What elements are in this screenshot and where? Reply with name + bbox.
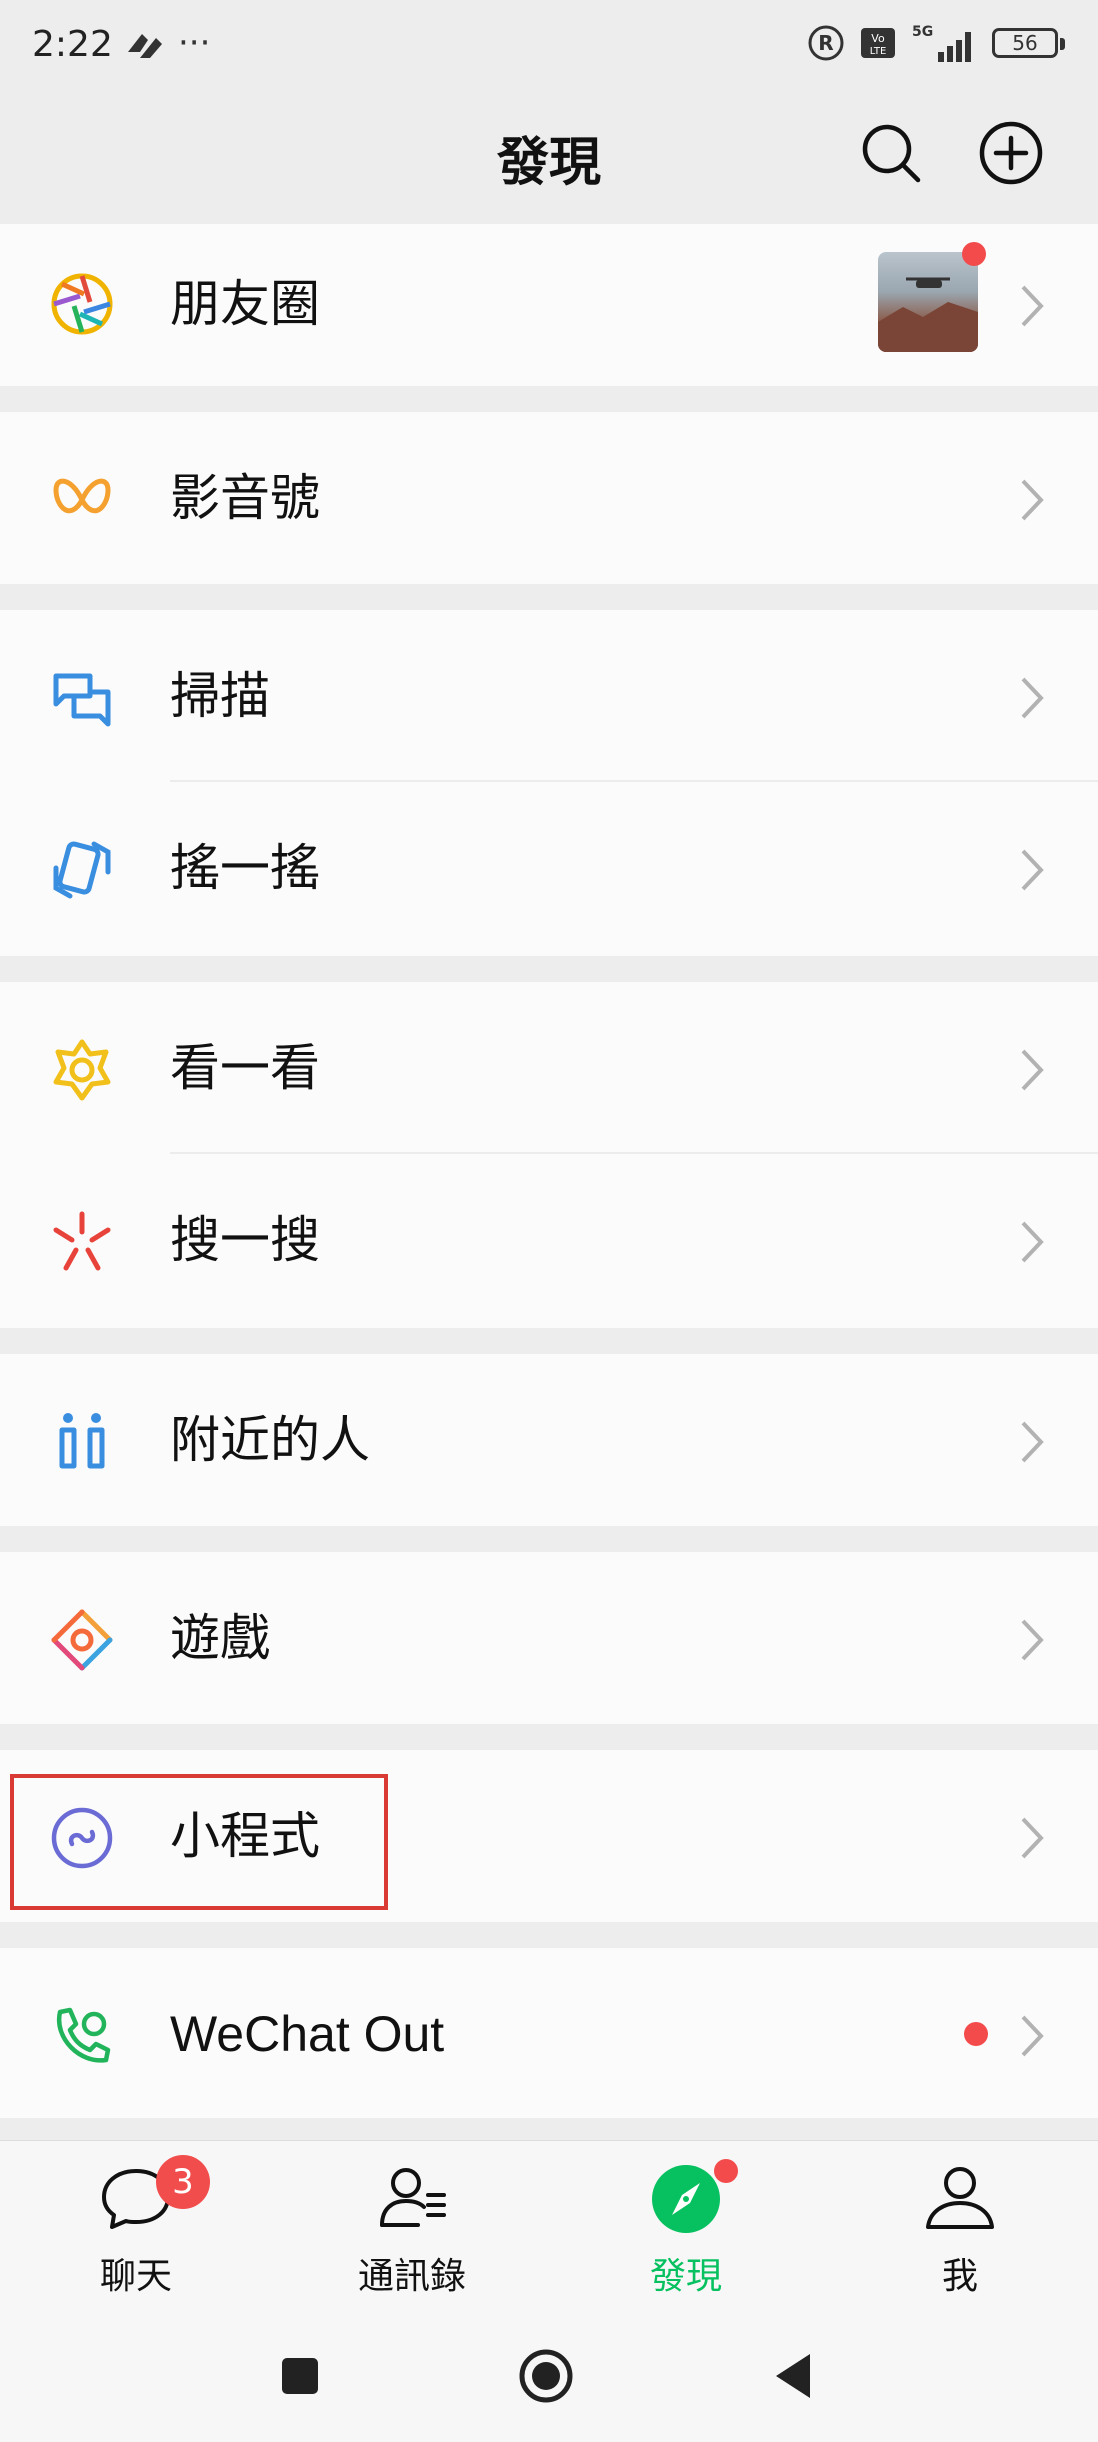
menu-item-games[interactable]: 遊戲 [0, 1552, 1098, 1724]
chevron-right-icon [1021, 1421, 1044, 1463]
svg-text:Vo: Vo [871, 32, 885, 45]
system-navigation-bar [0, 2312, 1098, 2442]
chevron-right-icon [1021, 1221, 1044, 1263]
chevron-right-icon [1021, 285, 1044, 327]
menu-item-shake[interactable]: 搖一搖 [0, 782, 1098, 954]
highlight-box [10, 1774, 388, 1910]
chevron-right-icon [1021, 1619, 1044, 1661]
menu-item-channels[interactable]: 影音號 [0, 412, 1098, 584]
group-scan-shake: 掃描 搖一搖 [0, 610, 1098, 956]
header: 發現 [0, 90, 1098, 224]
menu-label-shake: 搖一搖 [170, 839, 320, 897]
recent-apps-icon[interactable] [270, 2346, 330, 2406]
wechat-out-phone-icon [56, 2007, 111, 2063]
contacts-icon [380, 2168, 446, 2227]
back-icon[interactable] [764, 2346, 824, 2406]
svg-text:LTE: LTE [870, 46, 887, 57]
tab-me[interactable]: 我 [860, 2161, 1060, 2311]
volte-icon: Vo LTE [861, 28, 895, 58]
people-nearby-icon [59, 1413, 105, 1469]
search-icon[interactable] [856, 118, 926, 188]
games-diamond-icon [51, 1609, 113, 1671]
page-title: 發現 [496, 133, 601, 193]
moments-new-dot [962, 242, 986, 266]
chats-unread-badge: 3 [156, 2155, 210, 2209]
group-nearby: 附近的人 [0, 1354, 1098, 1526]
tab-label-discover: 發現 [649, 2256, 722, 2297]
more-notifications-text: ··· [178, 23, 210, 63]
scan-icon [53, 673, 111, 727]
signal-icon: 5G [912, 24, 971, 62]
home-icon[interactable] [516, 2346, 576, 2406]
app-notification-icon: ··· [128, 23, 210, 63]
tab-chats[interactable]: 3 聊天 [36, 2155, 236, 2311]
svg-text:R: R [818, 31, 833, 55]
menu-item-search[interactable]: 搜一搜 [0, 1154, 1098, 1326]
chevron-right-icon [1021, 677, 1044, 719]
tab-contacts[interactable]: 通訊錄 [312, 2161, 512, 2311]
group-moments: 朋友圈 [0, 224, 1098, 386]
chevron-right-icon [1021, 1817, 1044, 1859]
menu-label-nearby: 附近的人 [170, 1411, 370, 1469]
menu-item-nearby[interactable]: 附近的人 [0, 1354, 1098, 1526]
status-notification-icons: ··· [120, 22, 260, 72]
group-wechat-out: WeChat Out [0, 1948, 1098, 2118]
add-icon[interactable] [976, 118, 1046, 188]
menu-label-top-stories: 看一看 [170, 1039, 320, 1097]
chevron-right-icon [1021, 479, 1044, 521]
menu-label-channels: 影音號 [170, 469, 320, 527]
battery-icon: 56 [992, 28, 1065, 58]
chevron-right-icon [1021, 1049, 1044, 1091]
menu-item-wechat-out[interactable]: WeChat Out [0, 1948, 1098, 2118]
chevron-right-icon [1021, 849, 1044, 891]
status-time: 2:22 [32, 24, 113, 65]
registered-icon: R [808, 25, 844, 61]
shake-phone-icon [53, 841, 111, 899]
discover-new-dot [714, 2159, 738, 2183]
channels-butterfly-icon [53, 478, 111, 514]
person-icon [926, 2167, 994, 2229]
wechat-out-new-dot [964, 2022, 988, 2046]
compass-icon [652, 2165, 720, 2233]
status-right-icons: R Vo LTE 5G 56 [806, 22, 1065, 64]
moments-thumbnail [878, 252, 978, 352]
group-top-stories-search: 看一看 搜一搜 [0, 982, 1098, 1328]
menu-label-moments: 朋友圈 [170, 275, 320, 333]
menu-item-top-stories[interactable]: 看一看 [0, 982, 1098, 1154]
drone-image [878, 277, 978, 352]
menu-label-search: 搜一搜 [170, 1211, 320, 1269]
moments-aperture-icon [51, 273, 113, 335]
menu-label-games: 遊戲 [170, 1609, 270, 1667]
menu-item-scan[interactable]: 掃描 [0, 610, 1098, 782]
tab-label-chats: 聊天 [99, 2256, 172, 2297]
top-stories-star-icon [53, 1039, 111, 1101]
menu-item-moments[interactable]: 朋友圈 [0, 224, 1098, 386]
bottom-tab-bar: 3 聊天 通訊錄 發現 我 [0, 2140, 1098, 2312]
status-bar: 2:22 ··· R Vo LTE 5G 56 [0, 0, 1098, 90]
tab-label-contacts: 通訊錄 [357, 2256, 466, 2297]
search-sparkle-icon [53, 1211, 111, 1271]
battery-level: 56 [1012, 31, 1038, 55]
group-games: 遊戲 [0, 1552, 1098, 1724]
chevron-right-icon [1021, 2015, 1044, 2057]
tab-label-me: 我 [941, 2256, 978, 2297]
network-type-text: 5G [912, 24, 933, 40]
group-channels: 影音號 [0, 412, 1098, 584]
tab-discover[interactable]: 發現 [586, 2159, 786, 2311]
menu-label-wechat-out: WeChat Out [170, 2006, 445, 2062]
menu-label-scan: 掃描 [170, 667, 270, 725]
